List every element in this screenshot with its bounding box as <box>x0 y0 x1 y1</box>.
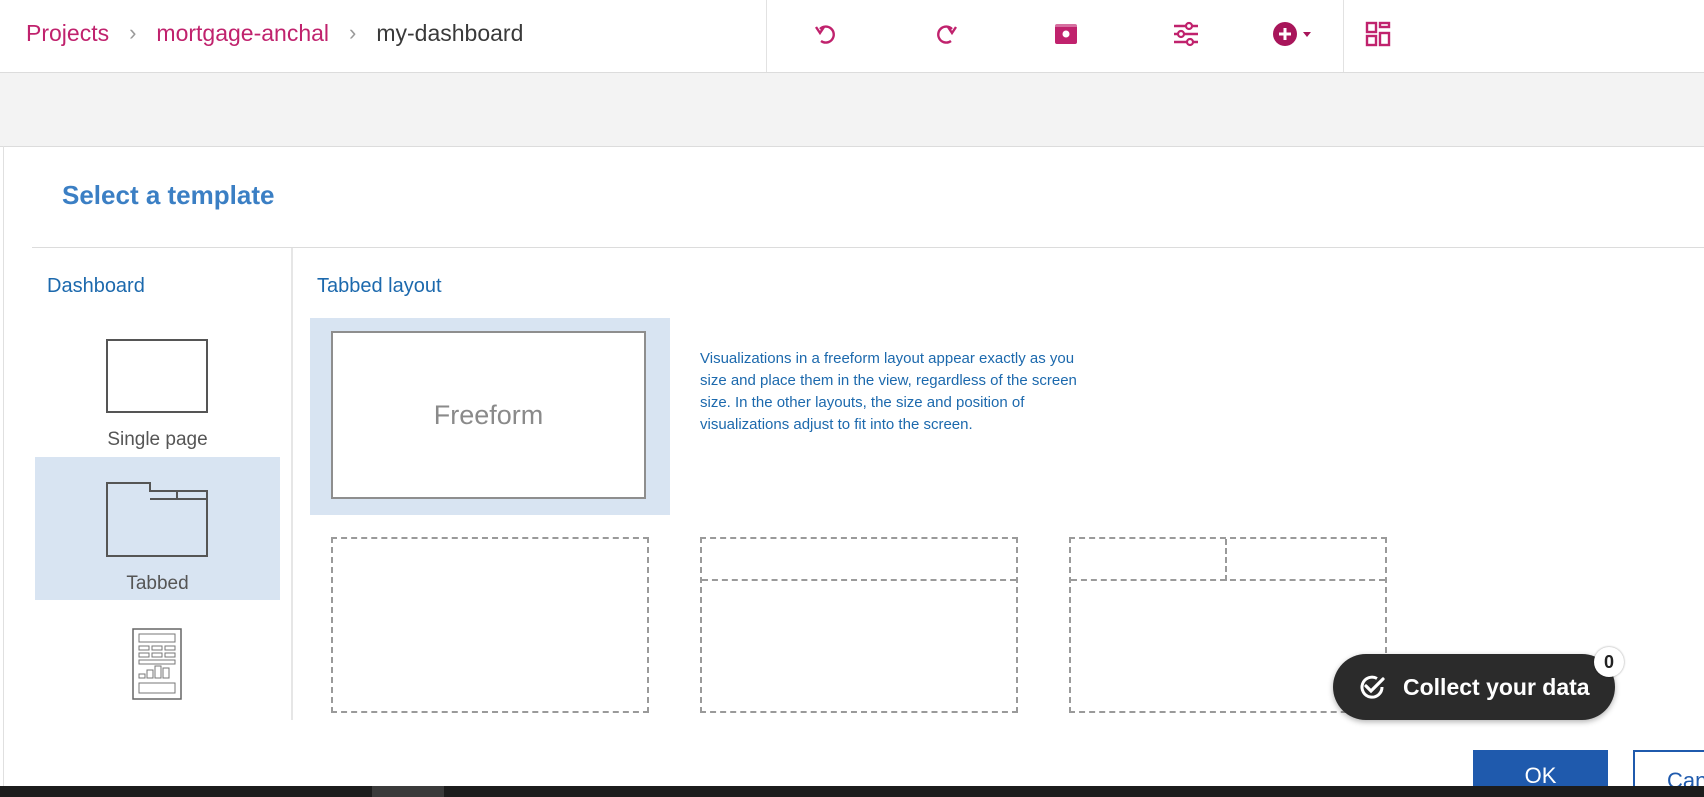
sidebar-item-label: Single page <box>107 429 208 450</box>
breadcrumb-separator: › <box>349 20 357 45</box>
header-band <box>0 73 1704 147</box>
taskbar-item[interactable] <box>372 786 444 797</box>
redo-icon[interactable] <box>928 18 964 50</box>
dialog-divider <box>32 247 1704 248</box>
present-icon[interactable] <box>1048 18 1084 50</box>
template-blank-preview <box>331 537 649 713</box>
sidebar-heading: Dashboard <box>47 275 145 297</box>
top-bar: Projects › mortgage-anchal › my-dashboar… <box>0 0 1704 73</box>
check-circle-icon <box>1360 675 1385 699</box>
breadcrumb-projects[interactable]: Projects <box>26 20 109 47</box>
template-label: Freeform <box>433 399 544 430</box>
widgets-icon[interactable] <box>1360 18 1396 50</box>
section-heading: Tabbed layout <box>317 275 442 297</box>
breadcrumb-separator: › <box>129 20 137 45</box>
breadcrumb-current: my-dashboard <box>376 19 524 46</box>
breadcrumb-project[interactable]: mortgage-anchal <box>156 20 329 47</box>
sidebar-item-tabbed[interactable]: Tabbed <box>35 457 280 600</box>
template-freeform-preview: Freeform <box>331 331 646 499</box>
template-divider <box>702 579 1016 581</box>
breadcrumb: Projects › mortgage-anchal › my-dashboar… <box>26 18 523 48</box>
template-header-body[interactable] <box>700 537 1018 713</box>
template-blank[interactable] <box>331 537 649 713</box>
template-description: Visualizations in a freeform layout appe… <box>700 350 1077 433</box>
collect-data-label: Collect your data <box>1403 673 1590 700</box>
tabbed-thumbnail <box>106 482 208 557</box>
toolbar-divider <box>766 0 767 72</box>
collect-data-button[interactable]: Collect your data <box>1333 654 1615 720</box>
sidebar-item-single-page[interactable]: Single page <box>35 312 280 455</box>
template-freeform[interactable]: Freeform <box>310 318 670 515</box>
dialog-title: Select a template <box>62 180 275 210</box>
toolbar-divider <box>1343 0 1344 72</box>
template-header-body-preview <box>700 537 1018 713</box>
undo-icon[interactable] <box>808 18 844 50</box>
sidebar-item-label: Tabbed <box>126 573 189 594</box>
properties-icon[interactable] <box>1168 18 1204 50</box>
sidebar-item-infographic[interactable] <box>35 620 280 720</box>
left-edge <box>3 146 4 786</box>
infographic-thumbnail <box>132 628 182 700</box>
sidebar-divider <box>291 248 293 720</box>
collect-data-badge: 0 <box>1594 647 1624 677</box>
taskbar <box>0 786 1704 797</box>
template-divider <box>1225 539 1227 581</box>
single-page-thumbnail <box>106 339 208 413</box>
template-divider <box>1071 579 1385 581</box>
add-icon[interactable] <box>1268 18 1318 50</box>
